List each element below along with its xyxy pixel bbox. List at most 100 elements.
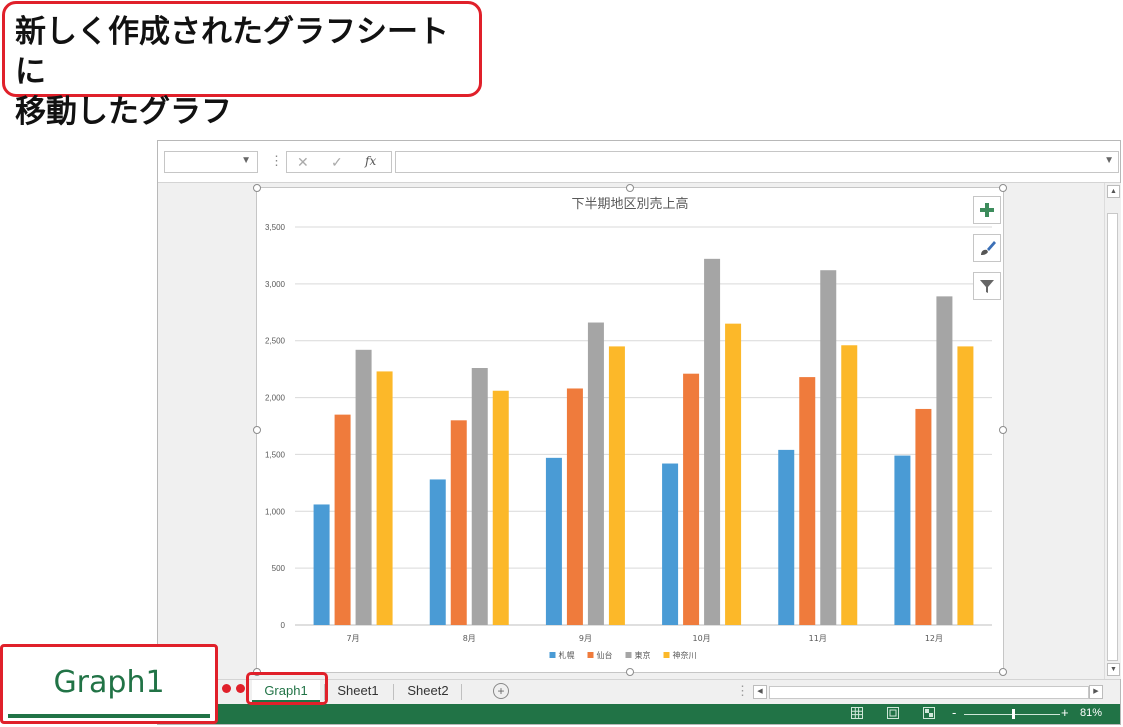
vertical-scrollbar[interactable]: ▲ ▼: [1104, 183, 1121, 679]
bar-9月-仙台: [566, 388, 583, 625]
legend-label: 神奈川: [673, 650, 697, 660]
legend-swatch: [587, 652, 594, 658]
bar-10月-仙台: [683, 373, 700, 625]
tab-sheet1[interactable]: Sheet1: [326, 680, 390, 702]
bar-9月-神奈川: [608, 346, 625, 625]
zoom-in-button[interactable]: +: [1061, 705, 1069, 720]
callout-title: 新しく作成されたグラフシートに 移動したグラフ: [2, 1, 482, 130]
legend-swatch: [549, 652, 556, 658]
plus-icon: [980, 203, 994, 217]
resize-handle[interactable]: [999, 426, 1007, 434]
y-tick-label: 500: [272, 564, 286, 573]
y-tick-label: 2,000: [265, 394, 286, 403]
bar-12月-神奈川: [957, 346, 974, 625]
tab-split-grip-icon[interactable]: ⋮: [736, 683, 749, 699]
name-box[interactable]: ▼: [164, 151, 258, 173]
x-tick-label: 11月: [809, 634, 827, 643]
x-tick-label: 10月: [692, 634, 710, 643]
bar-11月-仙台: [799, 377, 816, 625]
bar-11月-札幌: [778, 449, 795, 625]
horizontal-scrollbar[interactable]: ◀ ▶: [753, 685, 1103, 699]
y-tick-label: 2,500: [265, 337, 286, 346]
cancel-icon[interactable]: ✕: [297, 154, 309, 171]
resize-handle[interactable]: [253, 426, 261, 434]
tab-separator: [393, 684, 394, 700]
chart-filters-button[interactable]: [973, 272, 1001, 300]
chart-svg: 下半期地区別売上高 0 500 1,000 1,500 2,000 2,500 3,000 3,…: [265, 196, 992, 660]
zoom-slider-thumb[interactable]: [1012, 709, 1015, 719]
scroll-right-icon[interactable]: ▶: [1089, 685, 1103, 699]
formula-input[interactable]: ▼: [395, 151, 1119, 173]
zoom-level[interactable]: 81%: [1080, 707, 1102, 719]
resize-handle[interactable]: [626, 184, 634, 192]
brush-icon: [981, 241, 996, 255]
tab-separator: [461, 684, 462, 700]
insert-function-icon[interactable]: fx: [365, 154, 376, 168]
formula-bar: ▼ ⋮ ✕ ✓ fx ▼: [158, 141, 1120, 183]
legend-swatch: [625, 652, 632, 658]
formula-bar-grip-icon: ⋮: [270, 153, 283, 168]
callout-line-2: 移動したグラフ: [15, 94, 232, 130]
tab-zoom-label: Graph1: [8, 652, 210, 718]
resize-handle[interactable]: [999, 184, 1007, 192]
resize-handle[interactable]: [253, 184, 261, 192]
page-break-view-icon[interactable]: [923, 707, 935, 719]
formula-buttons: ✕ ✓ fx: [286, 151, 392, 173]
bar-12月-東京: [936, 296, 953, 625]
bar-11月-神奈川: [841, 345, 858, 625]
scroll-left-icon[interactable]: ◀: [753, 685, 767, 699]
chart-title: 下半期地区別売上高: [571, 196, 688, 212]
bar-10月-札幌: [662, 463, 679, 625]
excel-window: ▼ ⋮ ✕ ✓ fx ▼ 下半期地区別売上高 0 500 1,000 1,500 2,00…: [157, 140, 1121, 725]
normal-view-icon[interactable]: [851, 707, 863, 719]
y-tick-label: 3,500: [265, 223, 286, 232]
horizontal-scroll-thumb[interactable]: [769, 686, 1089, 699]
callout-line-1: 新しく作成されたグラフシートに: [15, 14, 449, 90]
bar-10月-神奈川: [725, 323, 742, 625]
chart-tools: [973, 196, 1001, 310]
bar-9月-札幌: [545, 457, 562, 625]
bar-7月-仙台: [334, 414, 351, 625]
resize-handle[interactable]: [626, 668, 634, 676]
add-sheet-icon[interactable]: +: [493, 683, 509, 699]
page-layout-view-icon[interactable]: [887, 707, 899, 719]
scroll-thumb[interactable]: [1107, 213, 1118, 661]
y-tick-label: 1,500: [265, 450, 286, 459]
x-tick-label: 8月: [463, 634, 476, 643]
chart-styles-button[interactable]: [973, 234, 1001, 262]
legend-label: 札幌: [559, 650, 575, 660]
bar-7月-東京: [355, 349, 372, 625]
filter-icon: [980, 280, 994, 293]
bar-7月-札幌: [313, 504, 330, 625]
resize-handle[interactable]: [999, 668, 1007, 676]
chart-sheet-area: 下半期地区別売上高 0 500 1,000 1,500 2,000 2,500 3,000 3,…: [158, 183, 1104, 679]
scroll-up-icon[interactable]: ▲: [1107, 185, 1120, 198]
x-tick-label: 12月: [925, 634, 943, 643]
enter-icon[interactable]: ✓: [331, 154, 343, 171]
chart-elements-button[interactable]: [973, 196, 1001, 224]
tab-highlight-frame: [246, 672, 328, 705]
bar-8月-神奈川: [492, 390, 509, 625]
chart-area[interactable]: 下半期地区別売上高 0 500 1,000 1,500 2,000 2,500 3,000 3,…: [253, 184, 1007, 676]
zoom-out-button[interactable]: -: [952, 705, 956, 720]
bar-12月-仙台: [915, 408, 932, 625]
y-tick-label: 0: [281, 621, 286, 630]
bar-7月-神奈川: [376, 371, 393, 625]
x-tick-label: 7月: [347, 634, 360, 643]
tab-sheet2[interactable]: Sheet2: [396, 680, 460, 702]
legend-swatch: [663, 652, 670, 658]
bar-11月-東京: [820, 270, 837, 625]
y-tick-label: 3,000: [265, 280, 286, 289]
callout-connector-dot: [222, 684, 231, 693]
bar-8月-仙台: [450, 420, 467, 625]
y-tick-label: 1,000: [265, 507, 286, 516]
bar-8月-札幌: [429, 479, 446, 625]
status-bar: - + 81%: [158, 704, 1120, 724]
bar-10月-東京: [704, 258, 721, 625]
tab-zoom-callout: Graph1: [0, 644, 218, 724]
scroll-down-icon[interactable]: ▼: [1107, 663, 1120, 676]
legend-label: 東京: [635, 650, 651, 660]
name-box-dropdown-icon[interactable]: ▼: [241, 155, 251, 166]
bar-12月-札幌: [894, 455, 911, 625]
formula-expand-icon[interactable]: ▼: [1104, 155, 1114, 166]
